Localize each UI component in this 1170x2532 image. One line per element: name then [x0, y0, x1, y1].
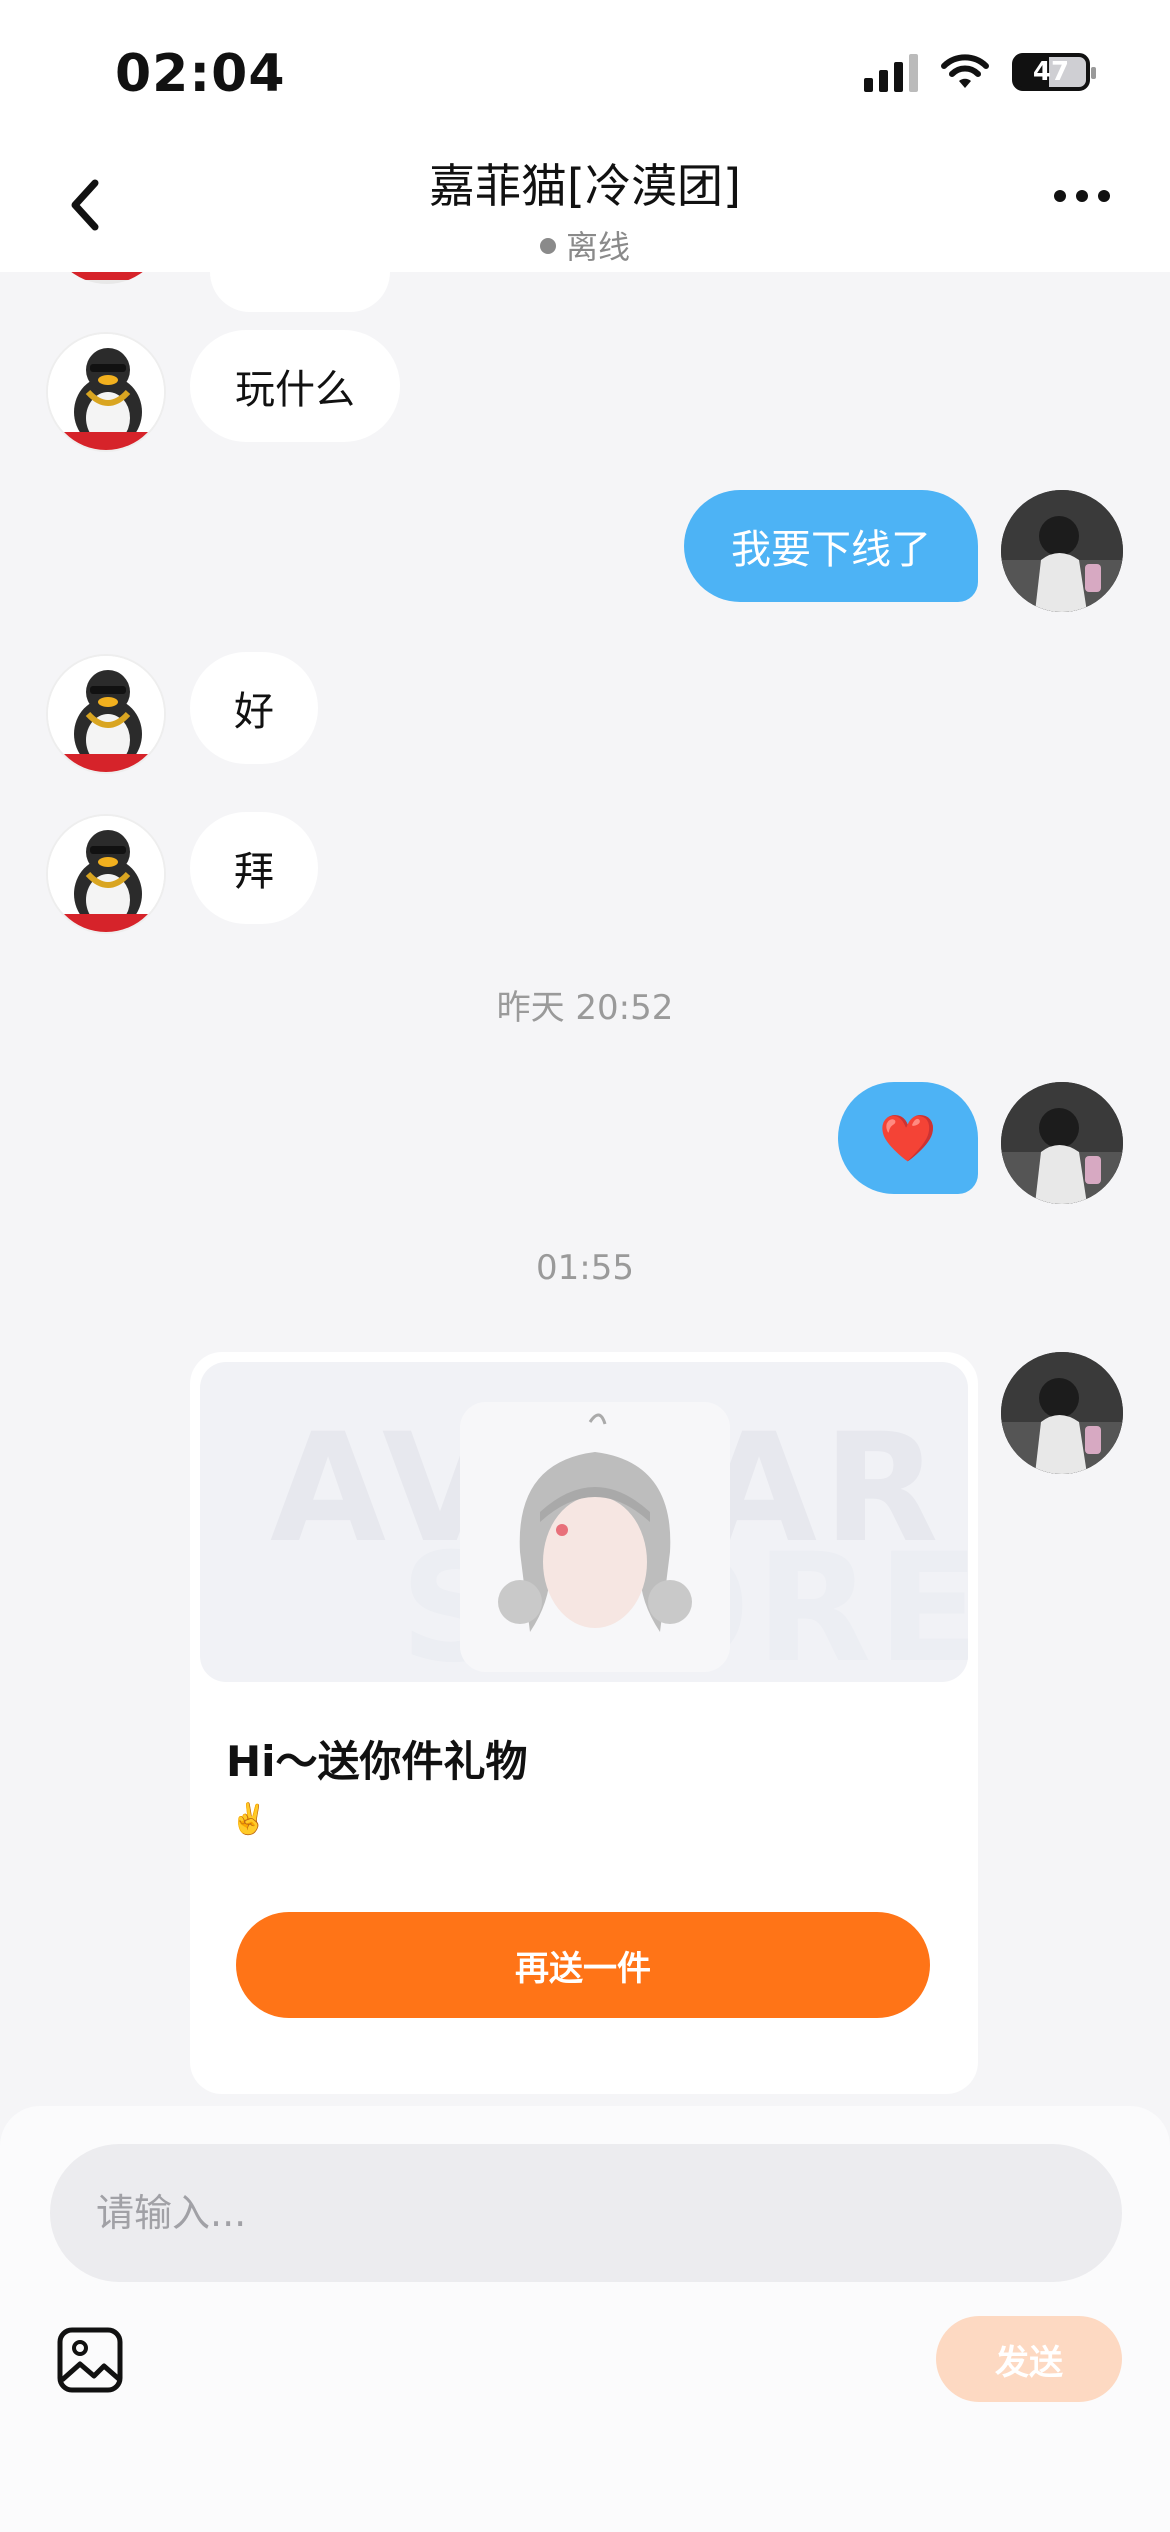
chat-title: 嘉菲猫[冷漠团] — [429, 159, 741, 213]
online-status-label: 离线 — [565, 228, 630, 266]
top-bar: 02:04 47 嘉菲猫[冷漠团] 离线 — [0, 0, 1170, 272]
signal-icon — [864, 52, 918, 92]
gift-emoji: ✌️ — [230, 1802, 268, 1837]
more-icon[interactable] — [1054, 190, 1110, 202]
message-input[interactable] — [50, 2144, 1122, 2282]
avatar-contact[interactable] — [46, 814, 166, 934]
gift-banner: AVATAR STORE — [200, 1362, 968, 1682]
gift-card[interactable]: AVATAR STORE Hi～送你件礼物 ✌️ 再送一件 — [190, 1352, 978, 2094]
image-button[interactable] — [56, 2326, 124, 2394]
message-bubble-partial — [210, 272, 390, 312]
status-icons: 47 — [864, 52, 1096, 92]
penguin-avatar-icon — [48, 656, 164, 772]
image-icon — [57, 2327, 123, 2393]
avatar-self[interactable] — [1001, 1082, 1123, 1204]
avatar-contact[interactable] — [46, 654, 166, 774]
gift-avatar-image — [460, 1402, 730, 1672]
online-status: 离线 — [0, 222, 1170, 268]
user-photo-icon — [1001, 490, 1123, 612]
battery-icon: 47 — [1012, 53, 1096, 91]
avatar-self[interactable] — [1001, 1352, 1123, 1474]
avatar-contact[interactable] — [46, 332, 166, 452]
message-bubble-heart[interactable]: ❤️ — [838, 1082, 978, 1194]
composer: 发送 — [0, 2106, 1170, 2532]
send-button[interactable]: 发送 — [936, 2316, 1122, 2402]
battery-level: 47 — [1032, 57, 1070, 87]
user-photo-icon — [1001, 1352, 1123, 1474]
status-dot — [539, 238, 556, 254]
message-bubble[interactable]: 拜 — [190, 812, 318, 924]
avatar-hair-icon — [460, 1402, 730, 1672]
message-bubble[interactable]: 玩什么 — [190, 330, 400, 442]
user-photo-icon — [1001, 1082, 1123, 1204]
wifi-icon — [941, 54, 989, 88]
avatar-self[interactable] — [1001, 490, 1123, 612]
send-another-gift-button[interactable]: 再送一件 — [236, 1912, 930, 2018]
timestamp: 昨天 20:52 — [496, 988, 674, 1028]
message-bubble[interactable]: 好 — [190, 652, 318, 764]
avatar-partial — [48, 272, 166, 284]
penguin-avatar-icon — [48, 334, 164, 450]
timestamp: 01:55 — [536, 1248, 634, 1288]
gift-title: Hi～送你件礼物 — [226, 1737, 528, 1786]
penguin-avatar-icon — [48, 816, 164, 932]
message-bubble[interactable]: 我要下线了 — [684, 490, 978, 602]
status-time: 02:04 — [115, 44, 286, 104]
message-list[interactable]: 玩什么 我要下线了 好 拜 昨天 20:52 ❤️ 01:55 Hi～送你件礼物… — [0, 272, 1170, 2110]
